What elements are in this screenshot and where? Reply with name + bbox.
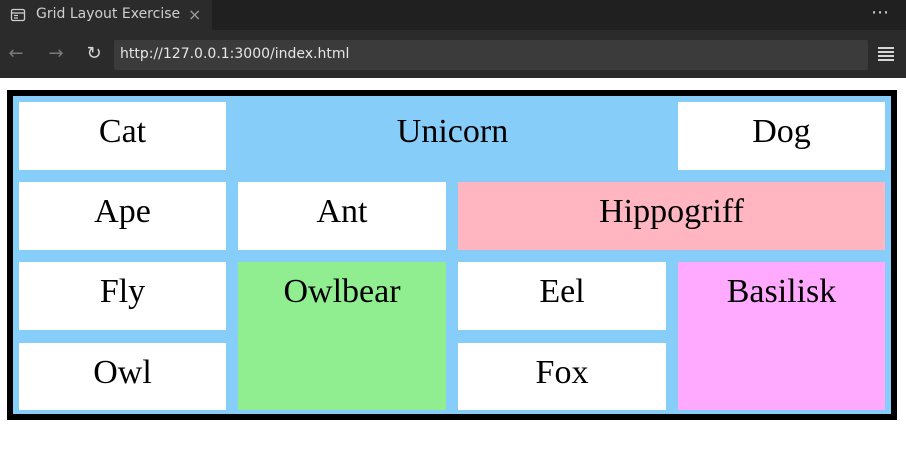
- cell-label: Basilisk: [726, 273, 837, 310]
- grid-cell-unicorn: Unicorn: [239, 102, 666, 170]
- grid-cell-owl: Owl: [19, 343, 226, 410]
- more-icon[interactable]: ⋯: [871, 2, 890, 23]
- grid-cell-dog: Dog: [678, 102, 885, 170]
- cell-label: Ant: [316, 193, 368, 230]
- cell-label: Unicorn: [396, 113, 509, 150]
- page-viewport: Cat Unicorn Dog Ape Ant Hippogriff Fly O…: [0, 78, 906, 472]
- reload-icon[interactable]: ↻: [82, 42, 106, 66]
- cell-label: Dog: [752, 113, 811, 150]
- animal-grid: Cat Unicorn Dog Ape Ant Hippogriff Fly O…: [7, 90, 897, 420]
- tab-bar: Grid Layout Exercise × ⋯: [0, 0, 906, 30]
- grid-cell-hippogriff: Hippogriff: [458, 182, 885, 250]
- navigation-bar: ← → ↻ http://127.0.0.1:3000/index.html: [0, 30, 906, 78]
- grid-cell-ape: Ape: [19, 182, 226, 250]
- cell-label: Fox: [535, 354, 589, 391]
- grid-cell-ant: Ant: [238, 182, 446, 250]
- cell-label: Ape: [94, 193, 151, 230]
- url-text[interactable]: http://127.0.0.1:3000/index.html: [120, 46, 349, 62]
- address-bar[interactable]: http://127.0.0.1:3000/index.html: [114, 40, 868, 70]
- tab-grid-layout-exercise[interactable]: Grid Layout Exercise ×: [0, 0, 212, 30]
- cell-label: Owlbear: [283, 273, 401, 310]
- cell-label: Cat: [98, 113, 147, 150]
- cell-label: Hippogriff: [599, 193, 744, 230]
- close-icon[interactable]: ×: [188, 5, 201, 24]
- grid-cell-basilisk: Basilisk: [678, 262, 885, 410]
- grid-cell-fox: Fox: [458, 343, 666, 410]
- grid-cell-fly: Fly: [19, 262, 226, 330]
- grid-cell-cat: Cat: [19, 102, 226, 170]
- grid-cell-eel: Eel: [458, 262, 666, 330]
- cell-label: Owl: [93, 354, 152, 391]
- hamburger-menu-icon[interactable]: [878, 47, 894, 61]
- tab-title: Grid Layout Exercise: [36, 6, 181, 22]
- cell-label: Eel: [539, 273, 585, 310]
- grid-cell-owlbear: Owlbear: [238, 262, 446, 410]
- back-arrow-icon[interactable]: ←: [4, 42, 28, 66]
- forward-arrow-icon[interactable]: →: [44, 42, 68, 66]
- page-icon: [10, 8, 26, 22]
- cell-label: Fly: [99, 273, 146, 310]
